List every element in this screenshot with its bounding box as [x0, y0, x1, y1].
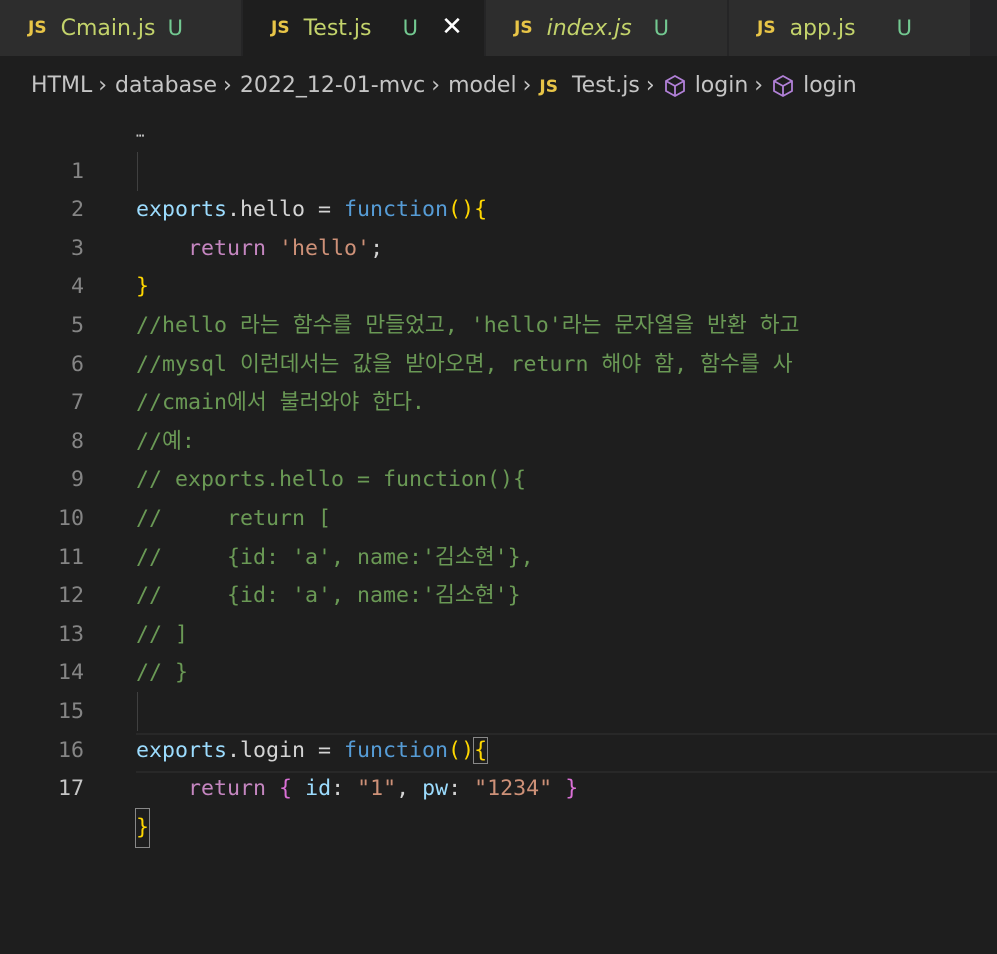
breadcrumb-symbol-label: login [694, 72, 749, 98]
code-line: 6 //cmain에서 불러와야 한다. [0, 307, 997, 416]
code-line: 1 exports.hello = function(){ [0, 114, 997, 223]
code-line: 4 //hello 라는 함수를 만들었고, 'hello'라는 문자열을 반환… [0, 230, 997, 338]
token: "1234" [474, 776, 553, 802]
tab-app-js[interactable]: JS app.js U [729, 0, 972, 56]
code-line: 16 return { id: "1", pw: "1234" } [0, 693, 997, 802]
suggestion-dots-icon: ⋯ [136, 128, 145, 144]
close-tab-icon[interactable]: ✕ [438, 12, 466, 42]
matched-bracket: } [134, 807, 151, 849]
tab-label: Test.js [303, 15, 372, 41]
breadcrumb-symbol-login[interactable]: login [663, 72, 749, 98]
code-line: 9 // return [ [0, 423, 997, 531]
chevron-right-icon: › [431, 72, 441, 98]
breadcrumb-item-file[interactable]: JS Test.js [539, 73, 639, 98]
js-file-icon: JS [514, 18, 533, 38]
token: "1" [357, 776, 397, 802]
symbol-method-icon [664, 74, 685, 97]
token: { [279, 776, 293, 802]
untracked-status-badge: U [896, 16, 912, 40]
tab-cmain-js[interactable]: JS Cmain.js U [0, 0, 243, 56]
token: pw [422, 776, 449, 802]
token: } [565, 776, 579, 802]
code-line: 13 // } [0, 577, 997, 686]
token: return [188, 776, 267, 802]
breadcrumb-file-label: Test.js [571, 72, 640, 98]
token: id [305, 776, 332, 802]
token: : [331, 776, 358, 802]
breadcrumb-symbol-login-2[interactable]: login [771, 73, 857, 98]
chevron-right-icon: › [223, 72, 232, 98]
breadcrumb-item-database[interactable]: database [115, 73, 217, 98]
code-line: 11 // {id: 'a', name:'김소현'} [0, 500, 997, 609]
breadcrumb-item-model[interactable]: model [448, 73, 517, 98]
code-line: 10 // {id: 'a', name:'김소현'}, [0, 461, 997, 570]
tab-test-js[interactable]: JS Test.js U ✕ [243, 0, 486, 56]
code-line: 17 } [0, 732, 997, 849]
untracked-status-badge: U [167, 16, 183, 40]
tab-label: app.js [789, 15, 856, 41]
untracked-status-badge: U [653, 16, 669, 40]
code-line: 15 exports.login = function(){ [0, 654, 997, 764]
chevron-right-icon: › [754, 72, 764, 98]
code-line: 14 [0, 616, 997, 685]
breadcrumb: HTML › database › 2022_12-01-mvc › model… [0, 56, 997, 114]
breadcrumb-item-html[interactable]: HTML [31, 73, 92, 98]
js-file-icon: JS [28, 18, 47, 38]
token: , [396, 776, 423, 802]
untracked-status-badge: U [402, 16, 418, 40]
code-line: 7 //예: [0, 346, 997, 454]
chevron-right-icon: › [98, 72, 108, 98]
js-file-icon: JS [271, 18, 290, 38]
js-file-icon: JS [757, 18, 776, 38]
code-line: 5 //mysql 이런데서는 값을 받아오면, return 해야 함, 함수… [0, 268, 997, 377]
tab-index-js[interactable]: JS index.js U [486, 0, 729, 56]
tab-label: Cmain.js [60, 15, 156, 41]
token: : [448, 776, 475, 802]
code-line: 12 // ] [0, 539, 997, 647]
editor-tab-bar: JS Cmain.js U JS Test.js U ✕ JS index.js… [0, 0, 997, 56]
symbol-method-icon [773, 74, 793, 97]
breadcrumb-symbol-label: login [803, 72, 857, 98]
code-line: 3 } [0, 191, 997, 300]
code-line: 8 // exports.hello = function(){ [0, 384, 997, 493]
chevron-right-icon: › [522, 72, 532, 98]
js-file-icon: JS [539, 76, 558, 97]
line-number: 17 [57, 776, 84, 802]
breadcrumb-item-folder[interactable]: 2022_12-01-mvc [240, 73, 425, 98]
code-editor[interactable]: 1 exports.hello = function(){ ⋯ 2 return… [0, 114, 997, 954]
chevron-right-icon: › [645, 72, 655, 98]
code-line: 2 return 'hello'; [0, 153, 997, 261]
tab-label: index.js [546, 15, 632, 41]
